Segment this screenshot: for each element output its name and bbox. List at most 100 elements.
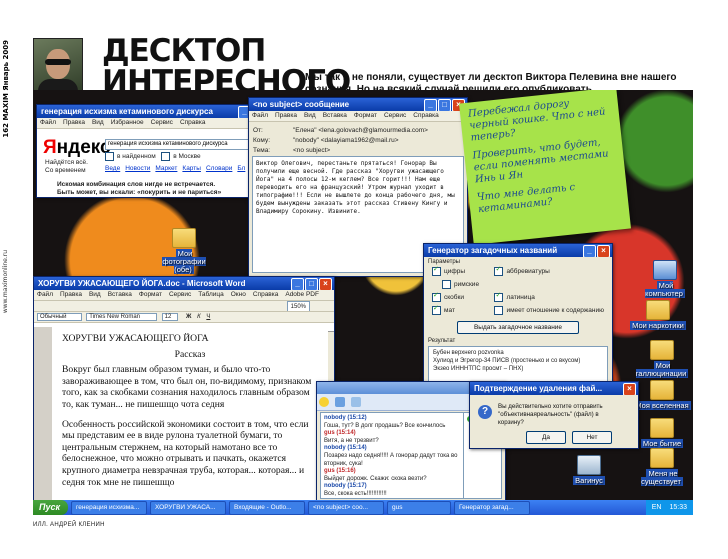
size-select[interactable]: 12 — [161, 313, 179, 321]
font-select[interactable]: Times New Roman — [86, 313, 157, 321]
illustration-credit: ИЛЛ. АНДРЕЙ КЛЕНИН — [33, 522, 105, 528]
service-tab[interactable]: Новости — [125, 165, 150, 172]
minimize-button[interactable]: _ — [291, 278, 304, 290]
desktop-icon-hallucinations[interactable]: Мои галлюцинации — [633, 340, 691, 378]
folder-icon — [650, 340, 674, 360]
menu-favorites[interactable]: Избранное — [111, 119, 144, 126]
desktop-icon-trash[interactable]: Вагинус — [560, 455, 618, 485]
close-button[interactable]: × — [597, 245, 610, 257]
doc-subtitle: Рассказ — [174, 348, 206, 360]
menu-insert[interactable]: Вставка — [323, 112, 347, 119]
underline-button[interactable]: Ч — [206, 314, 210, 320]
menu-help[interactable]: Справка — [413, 112, 439, 119]
menu-file[interactable]: Файл — [40, 119, 56, 126]
option-mat[interactable]: мат — [432, 304, 494, 315]
menu-view[interactable]: Вид — [304, 112, 316, 119]
service-tab[interactable]: Словари — [206, 165, 232, 172]
desktop-icon-my-computer[interactable]: Мой компьютер — [636, 260, 693, 298]
generator-titlebar[interactable]: Генератор загадочных названий _ × — [424, 244, 612, 257]
option-abbreviations[interactable]: аббревиатуры — [494, 265, 604, 276]
option-relevance[interactable]: имеет отношение к содержанию — [494, 306, 604, 315]
result-group-label: Результат — [428, 338, 456, 344]
sticky-note[interactable]: Перебежал дорогу черный кошке. Что с ней… — [459, 90, 631, 245]
menu-view[interactable]: Вид — [92, 119, 104, 126]
maximize-button[interactable]: □ — [305, 278, 318, 290]
folder-icon — [646, 300, 670, 320]
task-message[interactable]: <no subject> соо... — [308, 500, 385, 515]
menu-help[interactable]: Справка — [253, 291, 279, 298]
search-suggestion-link[interactable]: Быть может, вы искали: «покурить и не па… — [57, 189, 257, 197]
desktop-icon-nonexistence[interactable]: Меня не существует — [633, 448, 691, 486]
result-item[interactable]: Бубен верхнего pozvonka — [433, 349, 603, 357]
word-titlebar[interactable]: ХОРУГВИ УЖАСАЮЩЕГО ЙОГА.doc - Microsoft … — [34, 277, 334, 290]
italic-button[interactable]: К — [197, 314, 201, 320]
option-roman[interactable]: римские — [432, 280, 494, 289]
menu-view[interactable]: Вид — [89, 291, 101, 298]
style-select[interactable]: Обычный — [37, 313, 82, 321]
desktop-icon-photos[interactable]: Мои фотографии (обе) — [155, 228, 213, 274]
minimize-button[interactable]: _ — [583, 245, 596, 257]
yes-button[interactable]: Да — [526, 431, 566, 444]
option-digits[interactable]: цифры — [432, 265, 494, 276]
smiley-icon[interactable] — [319, 397, 329, 407]
menu-table[interactable]: Таблица — [198, 291, 224, 298]
chat-message: gus (15:14) Витя, а не трезвит? — [324, 430, 379, 444]
menu-insert[interactable]: Вставка — [108, 291, 132, 298]
menu-tools[interactable]: Сервис — [169, 291, 191, 298]
search-input[interactable]: генерация исхизма кетаминового дискурса — [105, 139, 249, 150]
service-tab[interactable]: Бл — [237, 165, 245, 172]
browser-titlebar[interactable]: генерация исхизма кетаминового дискурса … — [37, 105, 267, 118]
clock[interactable]: 15:33 — [669, 500, 687, 515]
zoom-select[interactable]: 150% — [286, 301, 310, 311]
task-chat[interactable]: gus — [387, 500, 452, 515]
email-subject: Тема: <no subject> — [253, 147, 331, 154]
call-icon[interactable] — [334, 397, 345, 407]
menu-edit[interactable]: Правка — [275, 112, 297, 119]
word-format-toolbar: Обычный Times New Roman 12 Ж К Ч — [34, 312, 334, 323]
language-indicator[interactable]: EN — [652, 500, 662, 515]
service-tab[interactable]: Карты — [182, 165, 201, 172]
maximize-button[interactable]: □ — [438, 99, 451, 111]
city-checkbox[interactable] — [161, 152, 171, 161]
desktop-icon-drugs[interactable]: Мои наркотики — [629, 300, 687, 330]
result-item[interactable]: Хулиод и Эгрегор-34 ПИСВ (простенько и с… — [433, 357, 603, 365]
menu-format[interactable]: Формат — [354, 112, 377, 119]
menu-file[interactable]: Файл — [37, 291, 53, 298]
document-page[interactable]: ХОРУГВИ УЖАСАЮЩЕГО ЙОГА Рассказ Вокруг б… — [52, 327, 328, 515]
author-photo — [33, 38, 83, 96]
menu-edit[interactable]: Правка — [63, 119, 85, 126]
close-button[interactable]: × — [623, 383, 636, 395]
option-brackets[interactable]: скобки — [432, 291, 494, 302]
task-outlook[interactable]: Входящие - Outlo... — [229, 500, 306, 515]
start-button[interactable]: Пуск — [33, 500, 69, 515]
confirm-titlebar[interactable]: Подтверждение удаления фай... × — [470, 382, 638, 395]
yandex-logo[interactable]: Яндекс — [43, 137, 111, 159]
menu-tools[interactable]: Сервис — [384, 112, 406, 119]
menu-edit[interactable]: Правка — [60, 291, 82, 298]
desktop-icon-universe[interactable]: Моя вселенная — [633, 380, 691, 410]
generate-button[interactable]: Выдать загадочное название — [457, 321, 579, 334]
menu-file[interactable]: Файл — [252, 112, 268, 119]
no-button[interactable]: Нет — [572, 431, 612, 444]
result-item[interactable]: Экзео ИНННТПС просмт – ПНХ) — [433, 365, 603, 373]
task-generator[interactable]: Генератор загад... — [454, 500, 531, 515]
close-button[interactable]: × — [319, 278, 332, 290]
found-checkbox[interactable] — [105, 152, 114, 161]
bold-button[interactable]: Ж — [186, 314, 191, 320]
menu-format[interactable]: Формат — [139, 291, 162, 298]
minimize-button[interactable]: _ — [424, 99, 437, 111]
menu-tools[interactable]: Сервис — [151, 119, 173, 126]
desktop-icon-being[interactable]: Мое бытие — [633, 418, 691, 448]
menu-window[interactable]: Окно — [231, 291, 246, 298]
word-window: ХОРУГВИ УЖАСАЮЩЕГО ЙОГА.doc - Microsoft … — [33, 276, 335, 515]
task-browser[interactable]: генерация исхизма... — [71, 500, 148, 515]
menu-help[interactable]: Справка — [180, 119, 206, 126]
option-latin[interactable]: латиница — [494, 291, 604, 302]
service-tab[interactable]: Маркет — [155, 165, 177, 172]
menu-adobe-pdf[interactable]: Adobe PDF — [285, 291, 319, 298]
file-icon[interactable] — [350, 397, 361, 407]
task-word[interactable]: ХОРУГВИ УЖАСА... — [150, 500, 227, 515]
email-titlebar[interactable]: <no subject> сообщение _□× — [249, 98, 467, 111]
service-tab[interactable]: Веде — [105, 165, 120, 172]
yandex-slogan: Найдётся всё. Со временем — [45, 159, 88, 174]
